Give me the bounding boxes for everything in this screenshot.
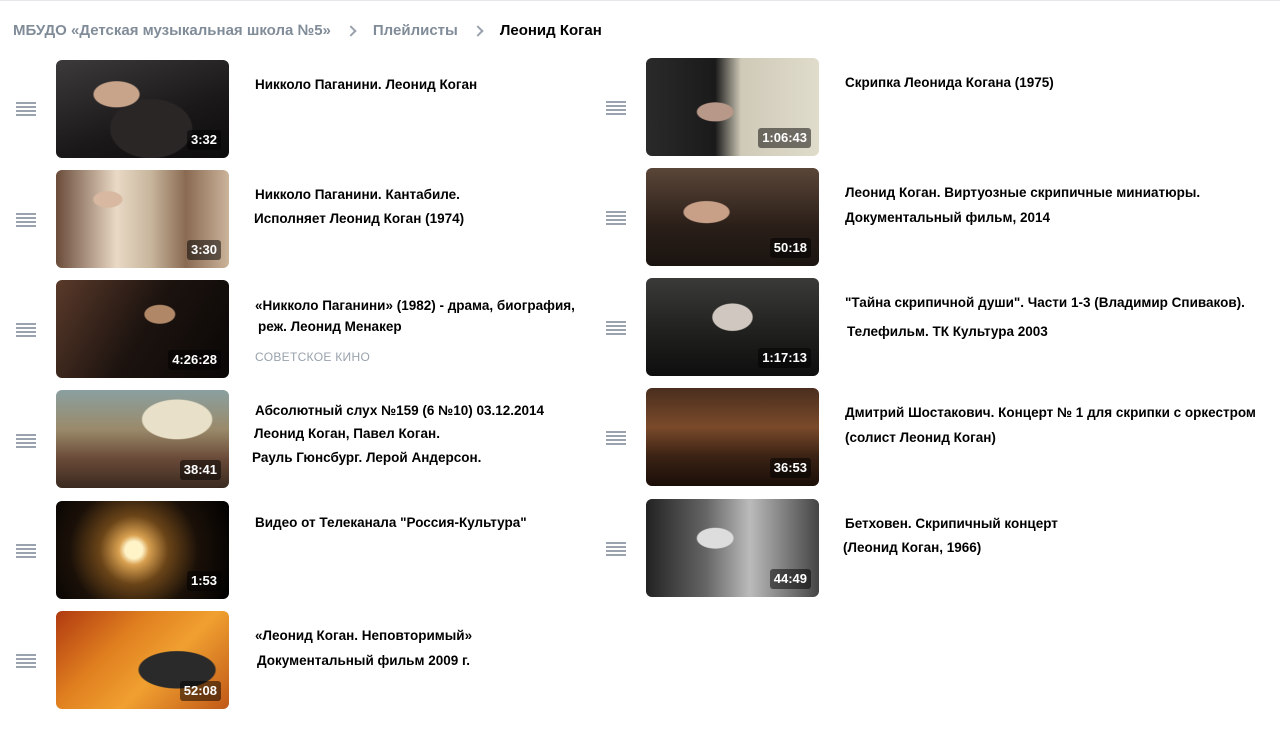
drag-handle-icon[interactable] <box>606 431 626 445</box>
video-item[interactable]: 1:06:43 Скрипка Леонида Когана (1975) <box>590 58 1280 158</box>
drag-handle-icon[interactable] <box>606 542 626 556</box>
video-item[interactable]: 3:30 Никколо Паганини. Кантабиле. Исполн… <box>0 170 600 270</box>
drag-handle-icon[interactable] <box>16 654 36 668</box>
video-duration: 36:53 <box>769 458 811 478</box>
video-item[interactable]: 38:41 Абсолютный слух №159 (6 №10) 03.12… <box>0 390 600 490</box>
video-title-line-2[interactable]: (солист Леонид Коган) <box>845 426 996 450</box>
video-item[interactable]: 52:08 «Леонид Коган. Неповторимый» Докум… <box>0 611 600 711</box>
breadcrumb-current: Леонид Коган <box>499 22 602 39</box>
video-duration: 50:18 <box>769 238 811 258</box>
video-duration: 38:41 <box>179 460 221 480</box>
video-item[interactable]: 36:53 Дмитрий Шостакович. Концерт № 1 дл… <box>590 388 1280 488</box>
video-title-line-1[interactable]: Дмитрий Шостакович. Концерт № 1 для скри… <box>845 401 1256 425</box>
drag-handle-icon[interactable] <box>16 544 36 558</box>
video-thumbnail[interactable]: 36:53 <box>646 388 819 486</box>
video-thumbnail[interactable]: 52:08 <box>56 611 229 709</box>
video-title-line-2[interactable]: Леонид Коган, Павел Коган. <box>254 422 440 446</box>
video-title-line-1[interactable]: Абсолютный слух №159 (6 №10) 03.12.2014 <box>255 399 544 423</box>
video-item[interactable]: 3:32 Никколо Паганини. Леонид Коган <box>0 60 600 160</box>
drag-handle-icon[interactable] <box>16 434 36 448</box>
video-title-line-2[interactable]: (Леонид Коган, 1966) <box>843 536 981 560</box>
video-thumbnail[interactable]: 1:17:13 <box>646 278 819 376</box>
video-duration: 44:49 <box>769 569 811 589</box>
video-title-line-3[interactable]: Рауль Гюнсбург. Лерой Андерсон. <box>252 446 481 470</box>
drag-handle-icon[interactable] <box>606 101 626 115</box>
video-title-line-1[interactable]: «Леонид Коган. Неповторимый» <box>255 624 472 648</box>
drag-handle-icon[interactable] <box>606 321 626 335</box>
video-duration: 1:06:43 <box>758 128 811 148</box>
video-item[interactable]: 4:26:28 «Никколо Паганини» (1982) - драм… <box>0 280 600 380</box>
drag-handle-icon[interactable] <box>16 213 36 227</box>
video-title[interactable]: Скрипка Леонида Когана (1975) <box>845 71 1054 95</box>
video-thumbnail[interactable]: 1:53 <box>56 501 229 599</box>
video-title-line-2[interactable]: Документальный фильм, 2014 <box>845 206 1050 230</box>
video-thumbnail[interactable]: 3:30 <box>56 170 229 268</box>
video-title-line-2[interactable]: Документальный фильм 2009 г. <box>257 649 470 673</box>
video-thumbnail[interactable]: 44:49 <box>646 499 819 597</box>
video-title-line-1[interactable]: Леонид Коган. Виртуозные скрипичные мини… <box>845 181 1200 205</box>
breadcrumb-link-school[interactable]: МБУДО «Детская музыкальная школа №5» <box>13 22 331 39</box>
video-thumbnail[interactable]: 1:06:43 <box>646 58 819 156</box>
breadcrumb: МБУДО «Детская музыкальная школа №5» Пле… <box>13 22 602 39</box>
video-title[interactable]: Видео от Телеканала "Россия-Культура" <box>255 511 527 535</box>
video-title[interactable]: Никколо Паганини. Леонид Коган <box>255 73 477 97</box>
video-title-line-2[interactable]: Исполняет Леонид Коган (1974) <box>254 207 464 231</box>
video-thumbnail[interactable]: 3:32 <box>56 60 229 158</box>
chevron-right-icon <box>345 24 357 37</box>
drag-handle-icon[interactable] <box>16 323 36 337</box>
video-title-line-1[interactable]: "Тайна скрипичной души". Части 1-3 (Влад… <box>845 291 1245 315</box>
video-duration: 1:17:13 <box>758 348 811 368</box>
video-category-label[interactable]: СОВЕТСКОЕ КИНО <box>255 349 370 365</box>
chevron-right-icon <box>472 24 484 37</box>
breadcrumb-link-playlists[interactable]: Плейлисты <box>373 22 458 39</box>
drag-handle-icon[interactable] <box>606 211 626 225</box>
video-duration: 3:30 <box>186 240 221 260</box>
video-thumbnail[interactable]: 38:41 <box>56 390 229 488</box>
video-duration: 3:32 <box>186 130 221 150</box>
video-title-line-2[interactable]: Телефильм. ТК Культура 2003 <box>847 320 1048 344</box>
video-item[interactable]: 50:18 Леонид Коган. Виртуозные скрипичны… <box>590 168 1280 268</box>
video-duration: 4:26:28 <box>168 350 221 370</box>
video-thumbnail[interactable]: 4:26:28 <box>56 280 229 378</box>
video-thumbnail[interactable]: 50:18 <box>646 168 819 266</box>
video-item[interactable]: 1:17:13 "Тайна скрипичной души". Части 1… <box>590 278 1280 378</box>
video-duration: 52:08 <box>179 681 221 701</box>
video-item[interactable]: 44:49 Бетховен. Скрипичный концерт (Леон… <box>590 499 1280 599</box>
video-title-line-1[interactable]: Бетховен. Скрипичный концерт <box>845 512 1058 536</box>
video-title-line-1[interactable]: Никколо Паганини. Кантабиле. <box>255 183 460 207</box>
top-divider <box>0 0 1280 3</box>
video-duration: 1:53 <box>186 571 221 591</box>
video-item[interactable]: 1:53 Видео от Телеканала "Россия-Культур… <box>0 501 600 601</box>
drag-handle-icon[interactable] <box>16 102 36 116</box>
video-title-line-2[interactable]: реж. Леонид Менакер <box>258 315 402 339</box>
